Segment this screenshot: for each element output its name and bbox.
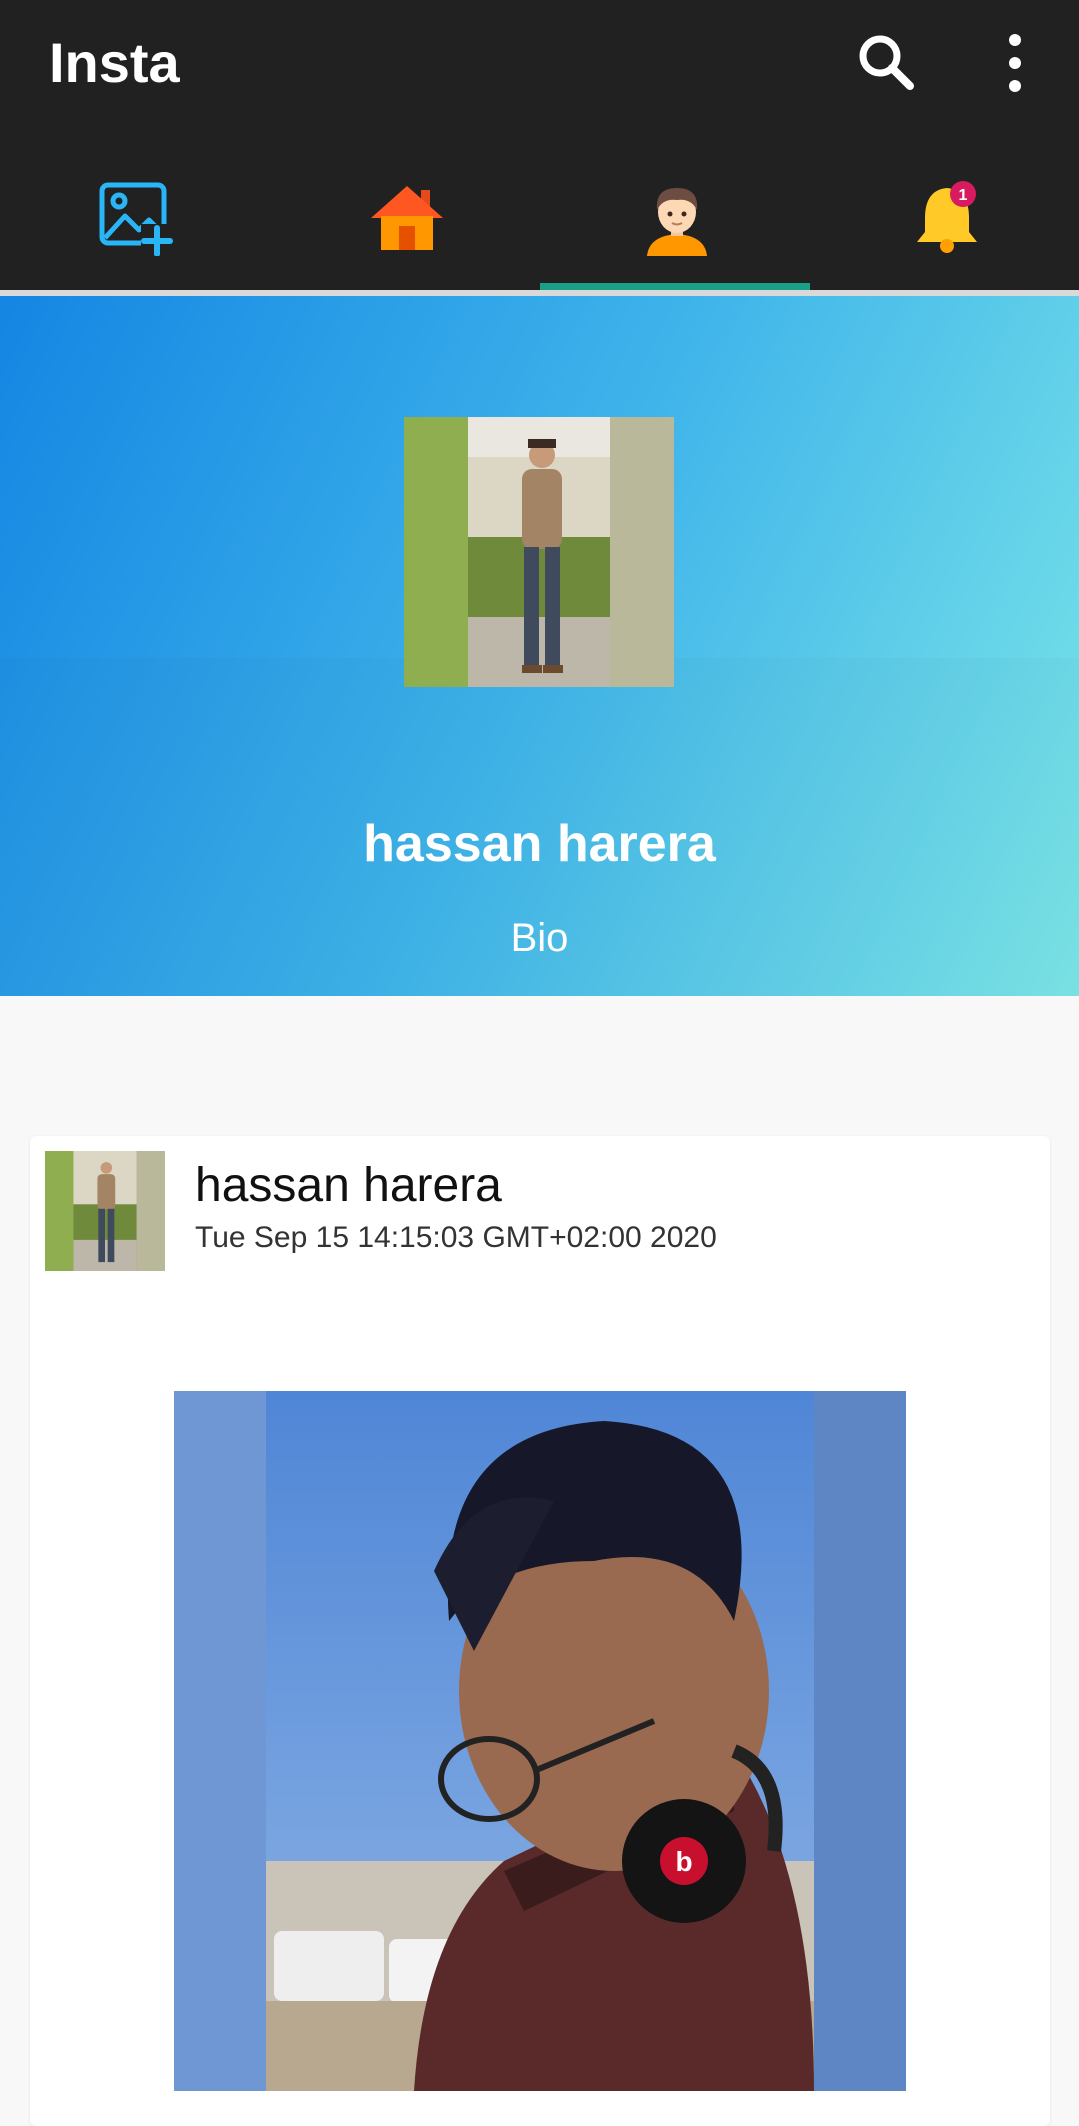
svg-text:b: b — [675, 1846, 692, 1877]
tab-add-photo[interactable] — [0, 160, 270, 290]
post-author-avatar-image — [45, 1151, 165, 1271]
post-image-photo: b — [174, 1391, 906, 2091]
bell-icon: 1 — [917, 181, 977, 253]
search-icon — [859, 35, 914, 90]
post-image[interactable]: b — [174, 1391, 906, 2091]
tab-bar: 1 — [0, 160, 1079, 290]
profile-name: hassan harera — [363, 815, 716, 873]
post-author-avatar[interactable] — [45, 1151, 165, 1271]
tab-profile[interactable] — [540, 160, 810, 290]
profile-photo[interactable] — [404, 417, 674, 687]
image-plus-icon — [99, 182, 173, 256]
post-author-name[interactable]: hassan harera — [195, 1158, 502, 1213]
home-icon — [371, 186, 443, 250]
user-avatar-icon — [647, 188, 707, 256]
search-button[interactable] — [852, 28, 922, 98]
tab-indicator — [540, 283, 810, 290]
post-card[interactable]: hassan harera Tue Sep 15 14:15:03 GMT+02… — [30, 1136, 1050, 2126]
profile-photo-image — [404, 417, 674, 687]
app-bar: Insta 1 — [0, 0, 1079, 290]
tab-home[interactable] — [270, 160, 540, 290]
more-vert-icon — [1009, 34, 1021, 92]
notification-badge-count: 1 — [959, 187, 968, 204]
profile-header: hassan harera Bio — [0, 296, 1079, 996]
profile-bio[interactable]: Bio — [0, 916, 1079, 961]
tab-notifications[interactable]: 1 — [810, 160, 1079, 290]
app-title: Insta — [49, 31, 180, 94]
more-options-button[interactable] — [980, 28, 1050, 98]
post-timestamp: Tue Sep 15 14:15:03 GMT+02:00 2020 — [195, 1221, 717, 1254]
